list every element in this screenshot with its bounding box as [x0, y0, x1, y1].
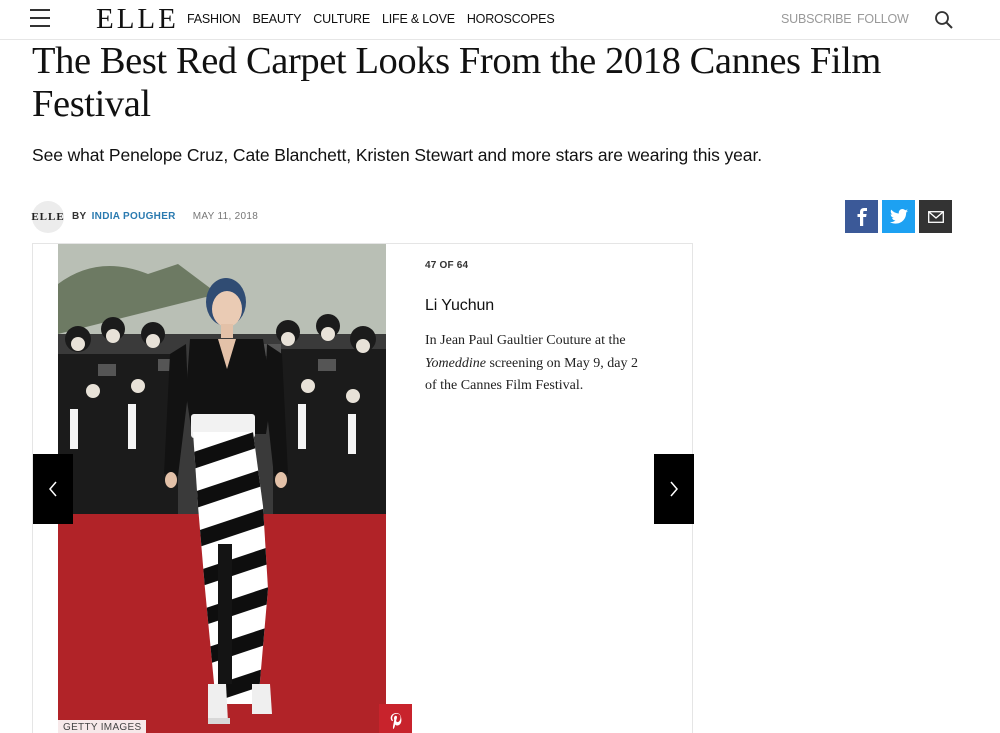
chevron-left-icon [49, 481, 57, 497]
nav-fashion[interactable]: FASHION [187, 12, 241, 26]
slideshow-slide: GETTY IMAGES 47 OF 64 Li Yuchun In Jean … [32, 243, 694, 733]
email-share-button[interactable] [919, 200, 952, 233]
article-title: The Best Red Carpet Looks From the 2018 … [32, 40, 881, 125]
nav-life-love[interactable]: LIFE & LOVE [382, 12, 455, 26]
mail-icon [927, 210, 944, 223]
twitter-share-button[interactable] [882, 200, 915, 233]
caption-text: In Jean Paul Gaultier Couture at the [425, 333, 626, 348]
nav-culture[interactable]: CULTURE [313, 12, 370, 26]
slide-caption: In Jean Paul Gaultier Couture at the Yom… [425, 330, 640, 398]
next-slide-button[interactable] [654, 454, 694, 524]
subscribe-link[interactable]: SUBSCRIBE [781, 12, 852, 26]
caption-film-title: Yomeddine [425, 355, 486, 371]
by-label: BY [72, 211, 87, 222]
search-icon[interactable] [934, 10, 954, 30]
hamburger-menu-icon[interactable] [30, 9, 52, 29]
elle-logo[interactable]: ELLE [96, 3, 179, 36]
follow-link[interactable]: FOLLOW [857, 12, 909, 26]
nav-horoscopes[interactable]: HOROSCOPES [467, 12, 555, 26]
slide-title: Li Yuchun [425, 297, 495, 314]
pinterest-save-button[interactable] [379, 704, 412, 733]
photo-credit: GETTY IMAGES [58, 720, 147, 733]
chevron-right-icon [670, 481, 678, 497]
slide-photo: GETTY IMAGES [58, 244, 386, 733]
twitter-icon [889, 209, 908, 224]
previous-slide-button[interactable] [33, 454, 73, 524]
publish-date: MAY 11, 2018 [192, 211, 259, 222]
facebook-share-button[interactable] [845, 200, 878, 233]
slide-counter: 47 OF 64 [425, 260, 469, 271]
pinterest-icon [390, 712, 401, 729]
facebook-icon [857, 207, 867, 226]
nav-beauty[interactable]: BEAUTY [252, 12, 301, 26]
main-nav: FASHION BEAUTY CULTURE LIFE & LOVE HOROS… [187, 12, 555, 26]
author-link[interactable]: INDIA POUGHER [92, 211, 176, 222]
author-avatar: ELLE [31, 201, 64, 233]
site-header: ELLE FASHION BEAUTY CULTURE LIFE & LOVE … [0, 0, 1000, 40]
byline: BY INDIA POUGHER MAY 11, 2018 [72, 211, 258, 222]
article-dek: See what Penelope Cruz, Cate Blanchett, … [32, 145, 762, 165]
